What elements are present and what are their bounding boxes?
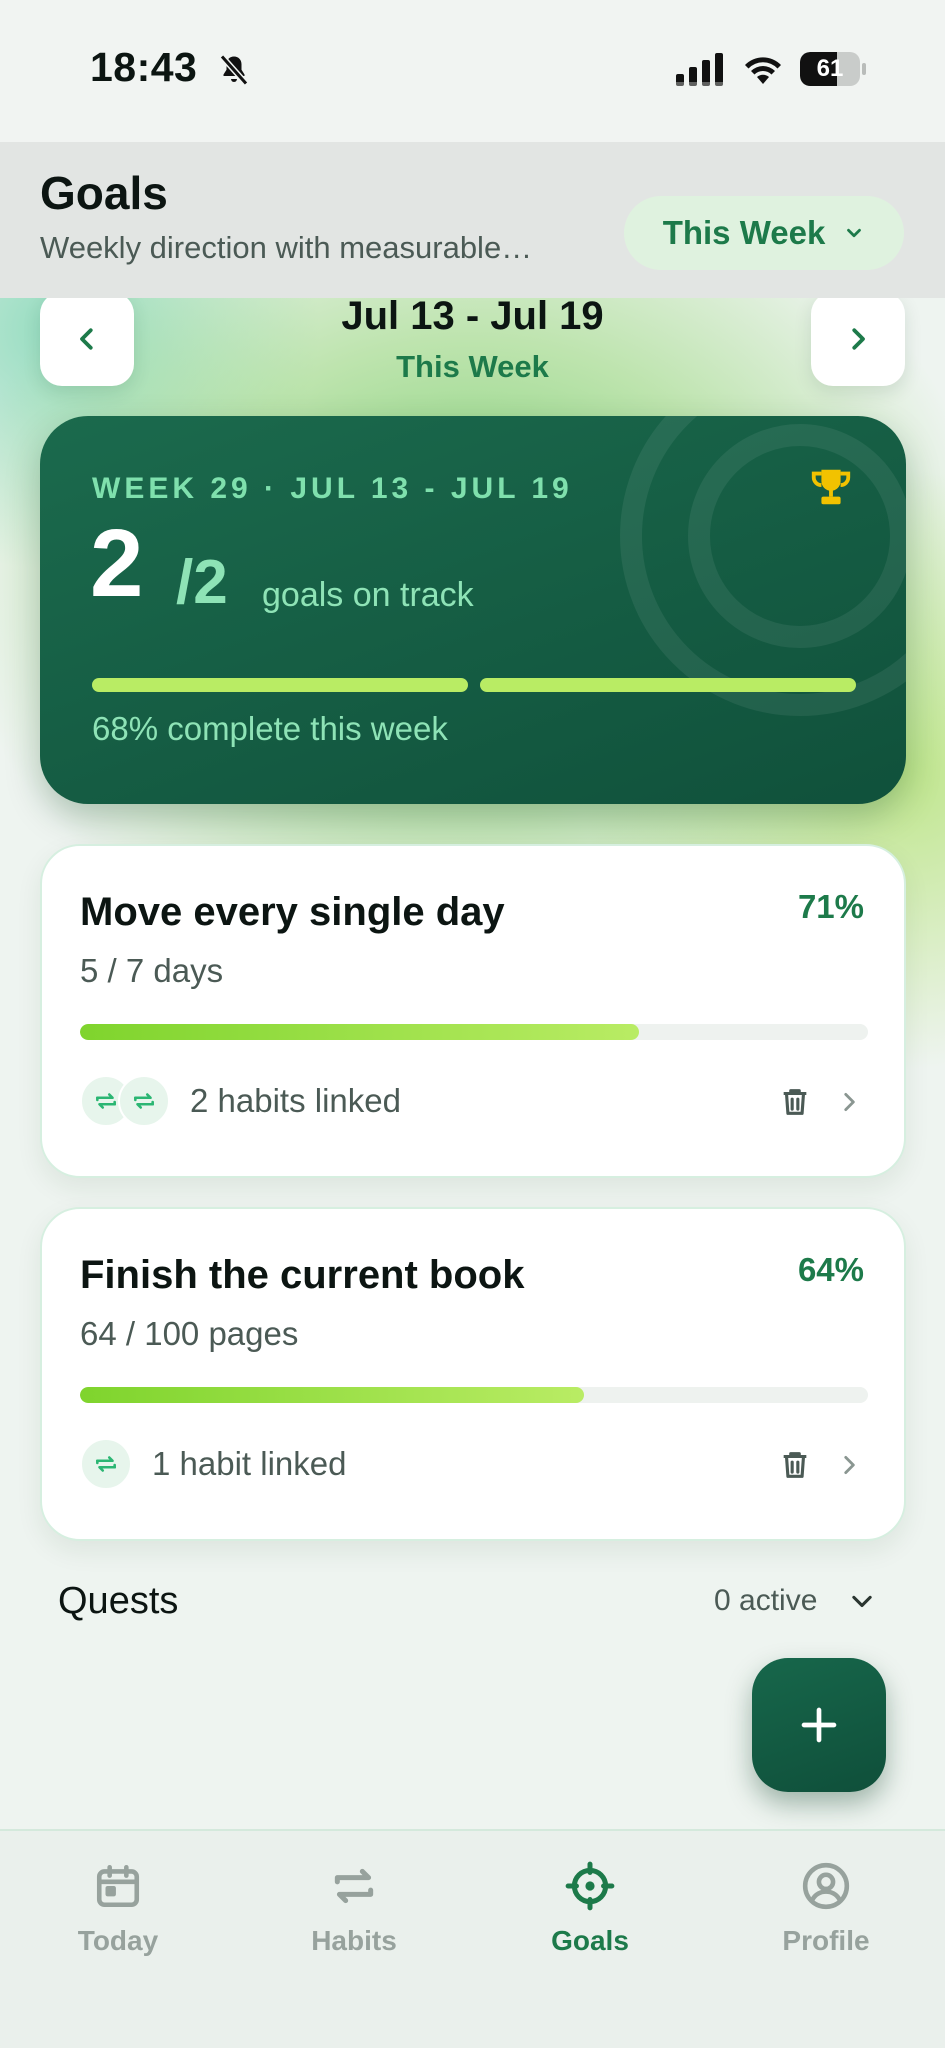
chevron-right-icon[interactable]: [836, 1088, 862, 1116]
linked-habits-count: 2 habits linked: [190, 1082, 401, 1119]
goal-progress-bar: [80, 1387, 868, 1403]
week-relative-label: This Week: [396, 349, 549, 384]
chevron-down-icon[interactable]: [848, 1588, 876, 1616]
status-time: 18:43: [90, 44, 198, 90]
bell-muted-icon: [219, 54, 249, 86]
battery-level: 61: [816, 55, 844, 82]
quests-active-count[interactable]: 0 active: [714, 1584, 817, 1618]
goals-on-track-count: 2: [90, 510, 144, 617]
week-number-label: WEEK 29 · JUL 13 - JUL 19: [92, 472, 573, 505]
tab-label: Goals: [551, 1925, 629, 1956]
trash-icon[interactable]: [778, 1084, 812, 1120]
goal-title: Finish the current book: [80, 1253, 525, 1297]
goal-percent: 71%: [797, 888, 864, 925]
linked-habits[interactable]: 1 habit linked: [80, 1437, 346, 1491]
repeat-icon: [118, 1075, 170, 1127]
page-subtitle: Weekly direction with measurable…: [40, 230, 533, 265]
battery-icon: 61: [800, 52, 866, 86]
page-title: Goals: [40, 167, 168, 219]
goal-card[interactable]: Move every single day 71% 5 / 7 days 2 h…: [40, 844, 906, 1178]
goal-card[interactable]: Finish the current book 64% 64 / 100 pag…: [40, 1207, 906, 1541]
decorative-ring: [688, 424, 906, 648]
add-goal-button[interactable]: [752, 1658, 886, 1792]
goal-progress-text: 5 / 7 days: [80, 952, 224, 989]
tab-label: Today: [77, 1925, 159, 1956]
weekly-completion-text: 68% complete this week: [92, 710, 448, 747]
page-header: Goals Weekly direction with measurable… …: [0, 142, 945, 298]
linked-habits[interactable]: 2 habits linked: [80, 1074, 401, 1128]
goal-percent: 64%: [797, 1251, 864, 1288]
wifi-icon: [745, 57, 781, 84]
next-week-button[interactable]: [811, 292, 905, 386]
linked-habits-count: 1 habit linked: [152, 1445, 347, 1482]
cellular-signal-icon: [676, 53, 723, 86]
tab-label: Profile: [782, 1925, 870, 1956]
goal-title: Move every single day: [80, 890, 505, 934]
goals-on-track-label: goals on track: [262, 576, 474, 614]
chevron-right-icon[interactable]: [836, 1451, 862, 1479]
tab-habits[interactable]: Habits: [236, 1861, 472, 1957]
chevron-right-icon: [852, 328, 865, 350]
period-dropdown[interactable]: This Week: [624, 196, 904, 270]
user-circle-icon: [802, 1862, 850, 1910]
bottom-tab-bar: Today Habits Goals Profile: [0, 1829, 945, 2048]
period-dropdown-label: This Week: [662, 214, 826, 251]
goal-progress-bar: [80, 1024, 868, 1040]
tab-label: Habits: [311, 1925, 397, 1956]
tab-profile[interactable]: Profile: [708, 1861, 944, 1957]
weekly-summary-card: WEEK 29 · JUL 13 - JUL 19 2 /2 goals on …: [40, 416, 906, 804]
status-bar: 18:43 61: [0, 0, 945, 142]
chevron-down-icon: [847, 228, 862, 238]
repeat-icon: [80, 1438, 132, 1490]
goal-segment-bar: [480, 678, 856, 692]
repeat-icon: [334, 1868, 374, 1904]
goal-segment-bar: [92, 678, 468, 692]
plus-icon: [801, 1707, 837, 1743]
goals-total-count: /2: [176, 548, 228, 617]
goal-progress-text: 64 / 100 pages: [80, 1315, 299, 1352]
calendar-icon: [96, 1864, 140, 1908]
target-icon: [565, 1861, 615, 1911]
goal-progress-fill: [80, 1387, 585, 1403]
trophy-icon: [811, 469, 851, 505]
week-date-range: Jul 13 - Jul 19: [341, 294, 604, 338]
trash-icon[interactable]: [778, 1447, 812, 1483]
tab-goals[interactable]: Goals: [472, 1861, 708, 1957]
goal-progress-fill: [80, 1024, 640, 1040]
tab-today[interactable]: Today: [0, 1861, 236, 1957]
quests-section-title: Quests: [58, 1580, 179, 1622]
